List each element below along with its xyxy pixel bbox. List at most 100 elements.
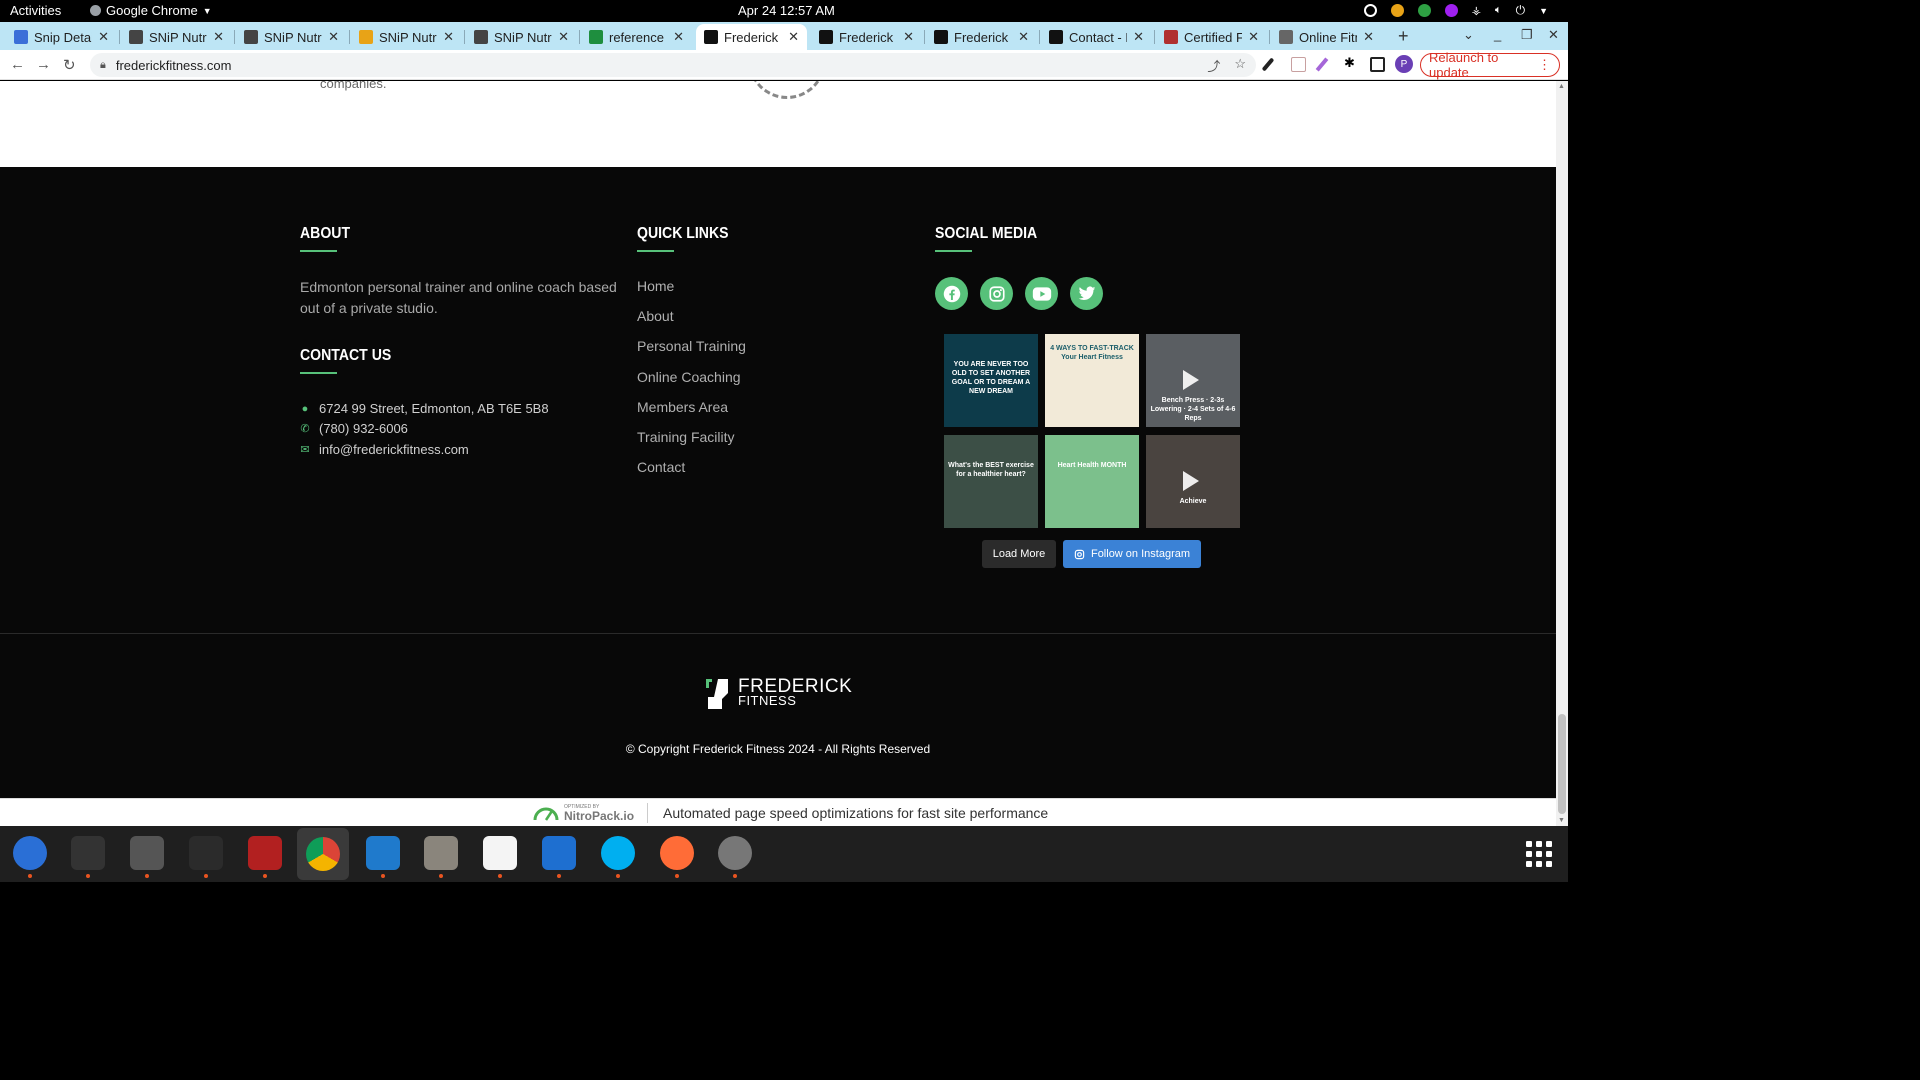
browser-tab[interactable]: reference w ✕ [581,24,692,50]
power-icon[interactable]: ⏻ [1516,3,1526,18]
dock-app-vscode[interactable] [364,834,402,878]
app-menu[interactable]: Google Chrome ▼ [90,3,212,18]
dock-app-calculator[interactable] [128,834,166,878]
instagram-post-thumbnail[interactable]: Bench Press · 2-3s Lowering · 2-4 Sets o… [1146,334,1240,427]
bookmark-star-icon[interactable]: ☆ [1234,56,1246,75]
system-tray[interactable]: ⚶ 🔈︎ ⏻ ▼ [1363,3,1548,18]
close-window-icon[interactable]: ✕ [1548,27,1559,43]
follow-on-instagram-button[interactable]: Follow on Instagram [1063,540,1201,568]
dock-app-disks[interactable] [716,834,754,878]
relaunch-to-update-button[interactable]: Relaunch to update ⋮ [1420,50,1560,80]
scroll-down-arrow-icon[interactable]: ▼ [1558,817,1565,824]
volume-icon[interactable]: 🔈︎ [1495,4,1502,17]
instagram-post-thumbnail[interactable]: 4 WAYS TO FAST-TRACK Your Heart Fitness [1045,334,1139,427]
nitropack-banner[interactable]: OPTIMIZED BY NitroPack.io Automated page… [0,798,1556,826]
twitter-link[interactable] [1070,277,1103,310]
tab-close-icon[interactable]: ✕ [673,29,684,45]
eyedropper-extension-icon[interactable] [1261,57,1275,72]
url-text[interactable]: frederickfitness.com [116,58,232,73]
instagram-link[interactable] [980,277,1013,310]
browser-tab[interactable]: SNiP Nutrition ✕ [351,24,462,50]
dock-app-files[interactable] [422,834,460,878]
contact-email[interactable]: ✉ info@frederickfitness.com [300,442,469,457]
dock-app-filezilla[interactable] [246,834,284,878]
tab-close-icon[interactable]: ✕ [213,29,224,45]
quick-link-personal-training[interactable]: Personal Training [637,338,746,354]
browser-tab[interactable]: Snip Details ✕ [6,24,117,50]
scroll-up-arrow-icon[interactable]: ▲ [1558,83,1565,90]
instagram-post-thumbnail[interactable]: What's the BEST exercise for a healthier… [944,435,1038,528]
tab-close-icon[interactable]: ✕ [788,29,799,45]
instagram-post-thumbnail[interactable]: Achieve [1146,435,1240,528]
browser-tab[interactable]: Frederick F ✕ [811,24,922,50]
browser-tab[interactable]: Certified Fi ✕ [1156,24,1267,50]
dock-app-writer[interactable] [540,834,578,878]
quick-link-online-coaching[interactable]: Online Coaching [637,369,741,385]
chevron-down-icon[interactable]: ▼ [1539,6,1548,16]
instagram-post-thumbnail[interactable]: YOU ARE NEVER TOO OLD TO SET ANOTHER GOA… [944,334,1038,427]
browser-tab[interactable]: SNiP Nutrition ✕ [236,24,347,50]
pdf-extension-icon[interactable] [1291,57,1306,72]
browser-tab[interactable]: Online Fitn ✕ [1271,24,1382,50]
footer-logo[interactable]: FREDERICK FITNESS [704,677,852,711]
dock-app-system-monitor[interactable] [187,834,225,878]
email-text[interactable]: info@frederickfitness.com [319,442,469,457]
forward-icon[interactable]: → [36,56,51,73]
quick-link-members-area[interactable]: Members Area [637,399,728,415]
dock-app-thunderbird[interactable] [11,834,49,878]
address-bar[interactable]: 🔒︎ frederickfitness.com ⤴ ☆ [90,53,1256,77]
facebook-link[interactable] [935,277,968,310]
browser-tab[interactable]: SNiP Nutrition ✕ [466,24,577,50]
tab-close-icon[interactable]: ✕ [558,29,569,45]
dock-app-terminal[interactable] [69,834,107,878]
restore-icon[interactable]: ❐ [1521,27,1533,43]
profile-avatar[interactable]: P [1395,55,1413,73]
quick-link-contact[interactable]: Contact [637,459,685,475]
browser-tab[interactable]: Frederick F ✕ [926,24,1037,50]
tab-close-icon[interactable]: ✕ [1363,29,1374,45]
dock-app-skype[interactable] [599,834,637,878]
show-applications-grid-icon[interactable] [1526,841,1552,867]
tab-close-icon[interactable]: ✕ [903,29,914,45]
dock-app-text-editor[interactable] [481,834,519,878]
quick-link-about[interactable]: About [637,308,674,324]
quick-link-training-facility[interactable]: Training Facility [637,429,735,445]
tab-close-icon[interactable]: ✕ [328,29,339,45]
instagram-post-thumbnail[interactable]: Heart Health MONTH [1045,435,1139,528]
tab-search-icon[interactable]: ⌄ [1463,27,1474,43]
load-more-button[interactable]: Load More [982,540,1056,568]
back-icon[interactable]: ← [10,56,25,73]
lock-icon[interactable]: 🔒︎ [100,59,106,72]
check-tray-icon[interactable] [1417,4,1431,17]
youtube-link[interactable] [1025,277,1058,310]
tab-close-icon[interactable]: ✕ [1018,29,1029,45]
contact-phone[interactable]: ✆ (780) 932-6006 [300,421,408,436]
chrome-tray-icon[interactable] [1390,4,1404,17]
page-scrollbar[interactable]: ▲ ▼ [1556,81,1568,826]
side-panel-icon[interactable] [1370,57,1385,72]
tab-close-icon[interactable]: ✕ [1248,29,1259,45]
nitropack-logo[interactable]: OPTIMIZED BY NitroPack.io [532,804,634,822]
new-tab-button[interactable]: + [1398,26,1409,47]
extensions-puzzle-icon[interactable]: ✱ [1344,55,1359,70]
tab-close-icon[interactable]: ✕ [1133,29,1144,45]
browser-tab[interactable]: Frederick F ✕ [696,24,807,50]
network-icon[interactable]: ⚶ [1472,4,1481,17]
pen-extension-icon[interactable] [1315,57,1329,72]
dock-app-chrome[interactable] [297,828,349,880]
share-icon[interactable]: ⤴ [1207,56,1220,75]
clock[interactable]: Apr 24 12:57 AM [738,3,835,18]
dock-app-postman[interactable] [658,834,696,878]
browser-tab[interactable]: Contact - F ✕ [1041,24,1152,50]
tab-close-icon[interactable]: ✕ [443,29,454,45]
color-tray-icon[interactable] [1444,4,1458,17]
phone-text[interactable]: (780) 932-6006 [319,421,408,436]
reload-icon[interactable]: ↻ [63,56,76,74]
scrollbar-thumb[interactable] [1558,714,1566,814]
activities-button[interactable]: Activities [10,3,61,18]
tray-app-icon[interactable] [1363,4,1377,17]
tab-close-icon[interactable]: ✕ [98,29,109,45]
quick-link-home[interactable]: Home [637,278,674,294]
browser-tab[interactable]: SNiP Nutrition ✕ [121,24,232,50]
minimize-icon[interactable]: _ [1494,27,1501,42]
